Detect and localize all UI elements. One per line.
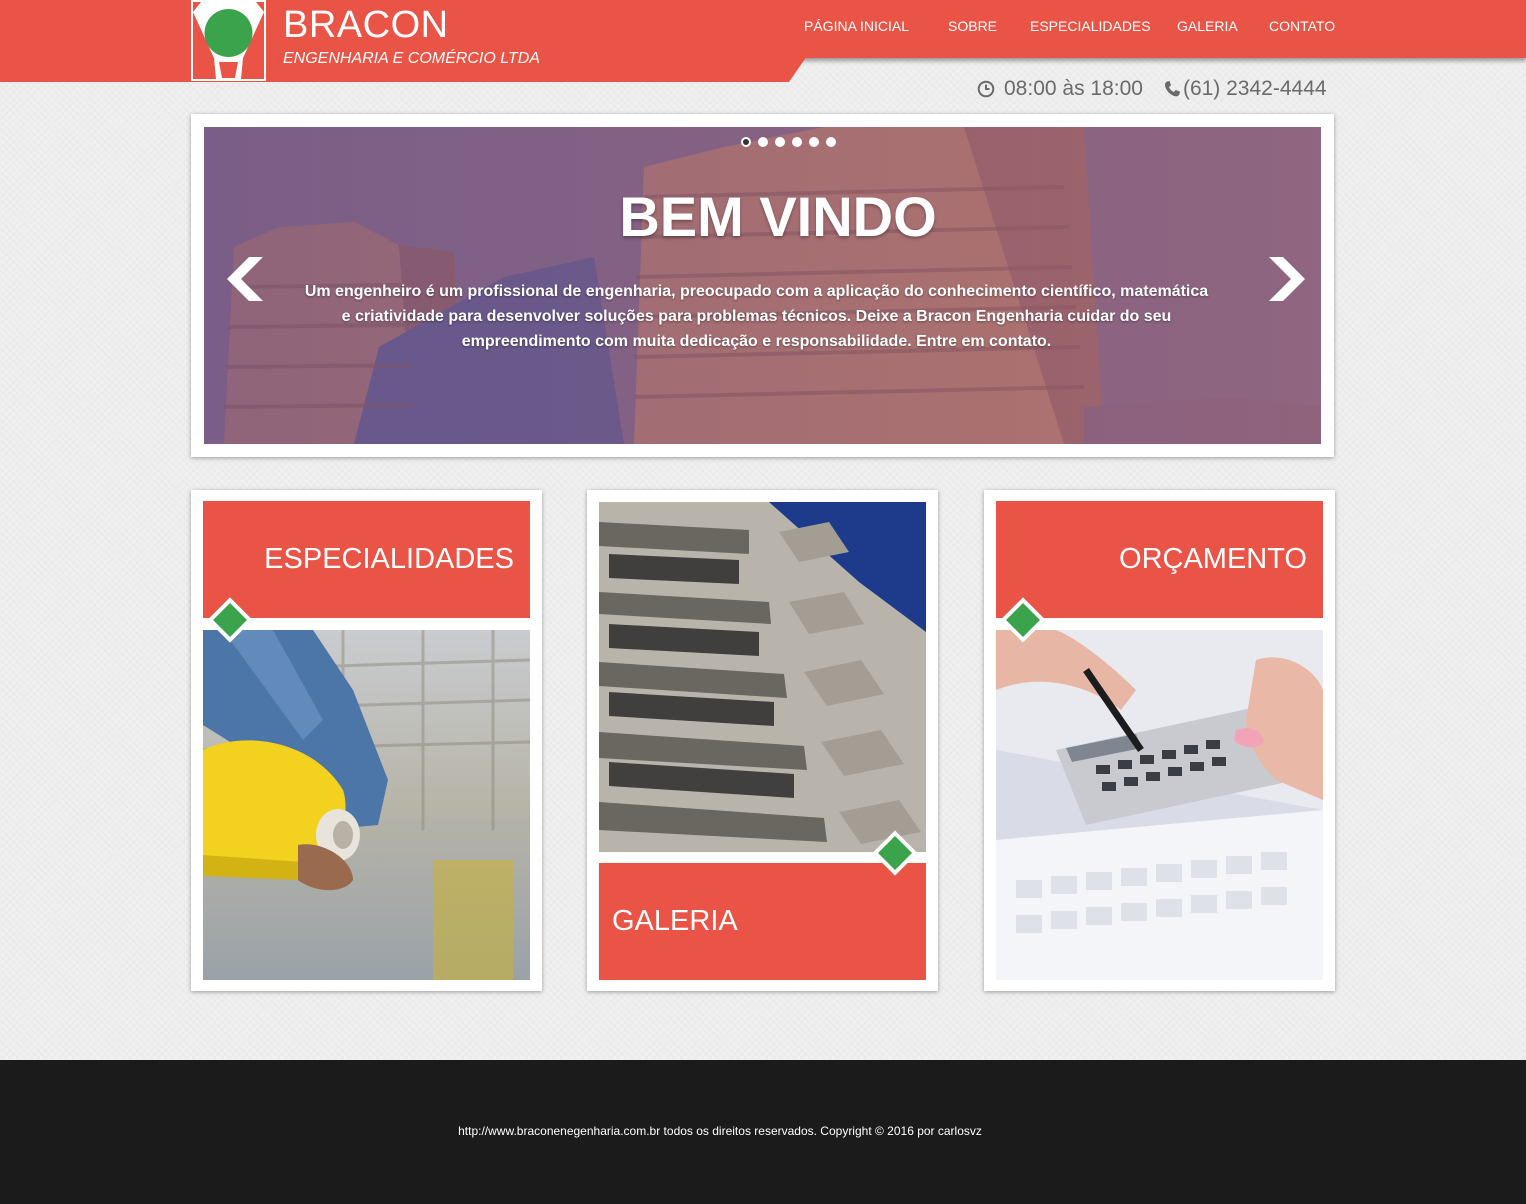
chevron-right-icon[interactable] [1263,254,1311,304]
green-circle-logo-icon [193,2,264,79]
card-orcamento[interactable]: ORÇAMENTO [984,490,1335,991]
business-hours: 08:00 às 18:00 [1004,77,1143,100]
building-facade-image [599,502,926,852]
slider-dot-3[interactable] [775,137,785,147]
hero-slider: BEM VINDO Um engenheiro é um profissiona… [191,114,1334,457]
phone-icon [1163,80,1181,98]
slider-dot-2[interactable] [758,137,768,147]
card-especialidades[interactable]: ESPECIALIDADES [191,490,542,991]
chevron-left-icon[interactable] [221,254,269,304]
calculator-hands-image [996,630,1323,980]
brand-subtitle: ENGENHARIA E COMÉRCIO LTDA [283,50,540,67]
card-label-orcamento[interactable]: ORÇAMENTO [996,501,1323,618]
nav-item-pagina-inicial[interactable]: PÁGINA INICIAL [804,18,909,34]
slider-dot-4[interactable] [792,137,802,147]
slider-dot-5[interactable] [809,137,819,147]
slide-title: BEM VINDO [619,185,937,248]
nav-item-especialidades[interactable]: ESPECIALIDADES [1030,18,1151,34]
footer-copyright: http://www.braconenegenharia.com.br todo… [458,1124,982,1138]
card-label-galeria[interactable]: GALERIA [599,863,926,980]
logo[interactable] [191,0,266,81]
slide-text: Um engenheiro é um profissional de engen… [304,283,1209,350]
nav-item-galeria[interactable]: GALERIA [1177,18,1238,34]
slider-dot-1[interactable] [741,137,751,147]
phone-number[interactable]: (61) 2342-4444 [1183,77,1327,101]
nav-item-contato[interactable]: CONTATO [1269,18,1335,34]
slider-dot-6[interactable] [826,137,836,147]
brand-name: BRACON [283,4,449,46]
worker-helmet-image [203,630,530,980]
footer: http://www.braconenegenharia.com.br todo… [0,1060,1526,1204]
card-galeria[interactable]: GALERIA [587,490,938,991]
card-label-especialidades[interactable]: ESPECIALIDADES [203,501,530,618]
nav-item-sobre[interactable]: SOBRE [948,18,997,34]
slider-dots [741,137,836,147]
contact-info-bar: 08:00 às 18:00 (61) 2342-4444 [977,76,1327,102]
clock-icon [977,80,995,98]
